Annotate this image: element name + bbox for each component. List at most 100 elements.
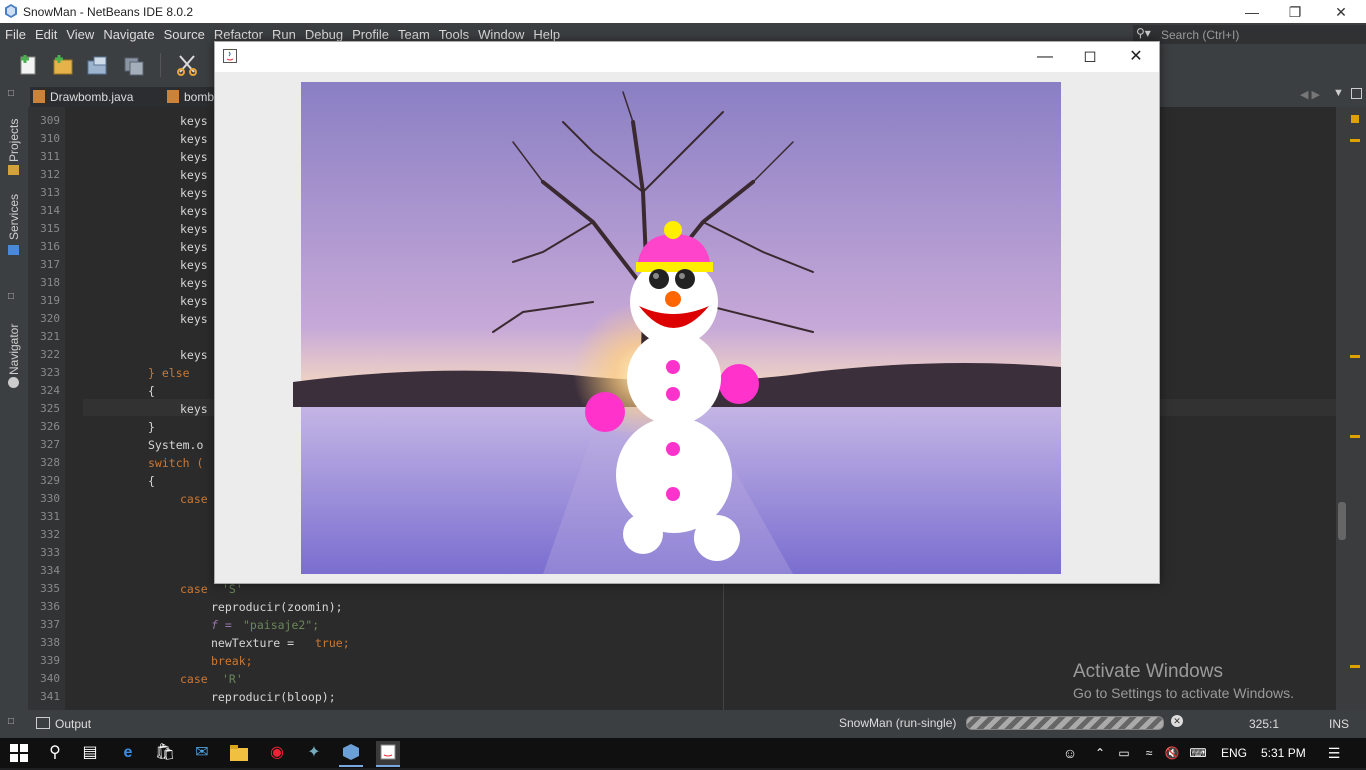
menu-debug[interactable]: Debug <box>300 23 347 42</box>
code-line: switch ( <box>148 456 204 470</box>
search-input[interactable]: ⚲▾ Search (Ctrl+I) <box>1133 25 1366 44</box>
minimize-button[interactable]: — <box>1022 42 1068 72</box>
volume-icon[interactable]: 🔇 <box>1160 741 1184 765</box>
projects-icon <box>8 165 19 175</box>
code-token: 'R' <box>222 672 243 686</box>
close-button[interactable]: ✕ <box>1113 42 1159 72</box>
code-line: keys <box>180 276 208 290</box>
code-line: keys <box>180 114 208 128</box>
code-line: keys <box>180 294 208 308</box>
line-number: 313 <box>40 186 60 199</box>
code-line: case <box>180 672 208 686</box>
menu-navigate[interactable]: Navigate <box>98 23 158 42</box>
search-icon[interactable]: ⚲ <box>43 741 67 765</box>
close-button[interactable]: ✕ <box>1318 1 1364 23</box>
restore-icon[interactable]: □ <box>8 88 14 99</box>
navigator-tab[interactable]: Navigator <box>7 324 21 375</box>
windows-start-icon[interactable] <box>7 741 31 765</box>
code-line: case <box>180 582 208 596</box>
tab-drawbomb[interactable]: Drawbomb.java ✕ <box>30 87 180 107</box>
code-line: { <box>148 384 155 398</box>
menu-profile[interactable]: Profile <box>347 23 393 42</box>
file-explorer-icon[interactable] <box>227 741 251 765</box>
snowman-canvas[interactable] <box>293 82 1061 574</box>
activate-windows-watermark: Activate Windows Go to Settings to activ… <box>1073 661 1294 701</box>
code-line: keys <box>180 258 208 272</box>
task-view-icon[interactable]: ▤ <box>78 741 102 765</box>
error-stripe <box>1336 107 1366 710</box>
people-icon[interactable]: ☺ <box>1058 741 1082 765</box>
menu-file[interactable]: File <box>0 23 30 42</box>
line-number: 329 <box>40 474 60 487</box>
code-line: newTexture = <box>211 636 302 650</box>
line-number: 327 <box>40 438 60 451</box>
new-file-icon[interactable] <box>16 53 40 77</box>
services-icon <box>8 245 19 255</box>
keyboard-icon[interactable]: ⌨ <box>1186 741 1210 765</box>
button <box>666 442 680 456</box>
line-number: 340 <box>40 672 60 685</box>
app-red-icon[interactable]: ◉ <box>265 741 289 765</box>
open-project-icon[interactable] <box>86 53 110 77</box>
netbeans-taskbar-icon[interactable] <box>339 741 363 767</box>
store-icon[interactable]: 🛍 <box>153 741 177 765</box>
wifi-icon[interactable]: ≈ <box>1137 741 1161 765</box>
menu-tools[interactable]: Tools <box>434 23 473 42</box>
app-blue-icon[interactable]: ✦ <box>302 741 326 765</box>
java-app-taskbar-icon[interactable] <box>376 741 400 767</box>
services-tab[interactable]: Services <box>7 194 21 240</box>
line-number-gutter: 309 310 311 312 313 314 315 316 317 318 … <box>28 107 65 710</box>
menu-refactor[interactable]: Refactor <box>209 23 267 42</box>
code-line: reproducir(bloop); <box>211 690 336 704</box>
menu-window[interactable]: Window <box>473 23 528 42</box>
menu-edit[interactable]: Edit <box>30 23 61 42</box>
code-line: System.o <box>148 438 204 452</box>
maximize-button[interactable]: ❐ <box>1272 1 1318 23</box>
java-file-icon <box>33 90 45 103</box>
scrollbar-thumb[interactable] <box>1338 502 1346 540</box>
line-number: 326 <box>40 420 60 433</box>
projects-tab[interactable]: Projects <box>7 119 21 162</box>
restore-icon[interactable]: □ <box>8 291 14 302</box>
maximize-editor-icon[interactable] <box>1351 88 1362 99</box>
taskbar: ⚲ ▤ e 🛍 ✉ ◉ ✦ ☺ ⌃ ▭ ≈ 🔇 ⌨ ENG 5:31 PM ☰ <box>0 738 1366 768</box>
line-number: 334 <box>40 564 60 577</box>
tab-scroll-icon[interactable]: ◀ ▶ <box>1300 88 1320 101</box>
line-number: 324 <box>40 384 60 397</box>
code-line: keys <box>180 132 208 146</box>
hat-band <box>636 262 713 272</box>
right-eye <box>675 269 695 289</box>
battery-icon[interactable]: ▭ <box>1112 741 1136 765</box>
search-placeholder: Search (Ctrl+I) <box>1161 28 1240 42</box>
show-hidden-icons[interactable]: ⌃ <box>1088 741 1112 765</box>
cut-icon[interactable] <box>175 53 199 77</box>
line-number: 328 <box>40 456 60 469</box>
line-number: 318 <box>40 276 60 289</box>
warning-mark <box>1350 139 1360 142</box>
clock[interactable]: 5:31 PM <box>1261 746 1306 760</box>
restore-icon[interactable]: □ <box>8 716 14 727</box>
minimize-button[interactable]: — <box>1229 1 1275 23</box>
menu-team[interactable]: Team <box>393 23 434 42</box>
java-app-icon <box>223 49 237 63</box>
line-number: 337 <box>40 618 60 631</box>
menu-run[interactable]: Run <box>267 23 300 42</box>
menu-source[interactable]: Source <box>159 23 209 42</box>
language-indicator[interactable]: ENG <box>1221 746 1247 760</box>
tab-dropdown-icon[interactable]: ▼ <box>1333 87 1344 99</box>
cancel-task-icon[interactable]: ✕ <box>1171 715 1183 727</box>
side-panel: □ Projects Services □ Navigator <box>0 85 28 711</box>
maximize-button[interactable]: ◻ <box>1067 42 1113 72</box>
output-tab[interactable]: Output <box>55 717 91 731</box>
new-project-icon[interactable] <box>51 53 75 77</box>
edge-icon[interactable]: e <box>116 741 140 765</box>
action-center-icon[interactable]: ☰ <box>1322 741 1346 765</box>
activate-title: Activate Windows <box>1073 661 1223 682</box>
menu-view[interactable]: View <box>61 23 98 42</box>
snowman-title-bar: — ◻ ✕ <box>215 42 1159 72</box>
menu-help[interactable]: Help <box>528 23 564 42</box>
mail-icon[interactable]: ✉ <box>190 741 214 765</box>
save-all-icon[interactable] <box>122 53 146 77</box>
code-line: keys <box>180 168 208 182</box>
line-number: 335 <box>40 582 60 595</box>
